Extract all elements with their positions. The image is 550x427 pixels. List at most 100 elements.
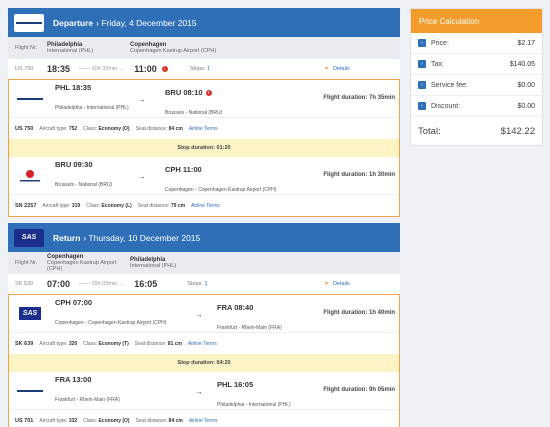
to-time: FRA 08:40	[217, 303, 254, 312]
stops-count: 1	[206, 66, 210, 72]
to-name: Copenhagen - Copenhagen Kastrup Airport …	[165, 187, 277, 193]
segment-destination: CPH 11:00 Copenhagen - Copenhagen Kastrup…	[165, 165, 276, 196]
return-date: › Thursday, 10 December 2015	[83, 232, 201, 243]
segment-row: PHL 18:35 Philadelphia - International (P…	[9, 80, 399, 117]
aircraft-type: 319	[71, 202, 81, 209]
segment-info: SK 639 Aircraft type: 320 Class: Economy…	[9, 332, 399, 354]
summary-flight: SK 639	[15, 281, 34, 287]
price-row-label: › Discount:	[418, 102, 460, 110]
seat-distance: 84 cm	[168, 417, 183, 424]
aircraft-type: 320	[68, 340, 78, 347]
airline-terms-link[interactable]: Airline Terms	[188, 341, 217, 347]
seat-distance: 81 cm	[167, 340, 183, 347]
summary-dep-time: 18:35	[47, 64, 71, 74]
segment-origin: FRA 13:00 Frankfurt - Rhein-Main (FRA)	[55, 375, 120, 406]
segment-origin: CPH 07:00 Copenhagen - Copenhagen Kastrup…	[55, 298, 166, 329]
seat-label: Seat distance:	[135, 125, 168, 132]
to-name: Philadelphia - International (PHL)	[217, 402, 291, 408]
flight-duration: Flight duration: 1h 40min	[323, 310, 395, 316]
service-fee-value: $0.00	[517, 81, 535, 89]
us-airways-logo	[14, 13, 44, 32]
arrow-right-icon: →	[138, 172, 146, 181]
itinerary: Departure › Friday, 4 December 2015 Flig…	[8, 8, 400, 427]
to-name: Frankfurt - Rhein-Main (FRA)	[217, 325, 282, 331]
warning-icon: !	[161, 66, 168, 72]
from-time: CPH 07:00	[55, 298, 93, 307]
from-airport: Copenhagen Kastrup Airport (CPH)	[47, 260, 117, 272]
total-label: Total:	[418, 125, 441, 137]
price-row: › Price: $2.17	[411, 33, 542, 54]
summary-stops: Stops: 1	[187, 281, 207, 287]
class-value: Economy (T)	[98, 340, 129, 347]
brussels-airlines-logo	[15, 169, 45, 183]
segment-destination: FRA 08:40 Frankfurt - Rhein-Main (FRA)	[217, 303, 282, 334]
segment-destination: PHL 16:05 Philadelphia - International (P…	[217, 380, 291, 411]
departure-route-header: Flight Nr. Philadelphia International (PH…	[8, 37, 400, 59]
discount-label: Discount:	[431, 102, 461, 110]
departure-date: › Friday, 4 December 2015	[96, 17, 197, 28]
segment-row: SAS CPH 07:00 Copenhagen - Copenhagen Kas…	[9, 295, 399, 332]
aircraft-label: Aircraft type:	[39, 417, 68, 424]
flight-number: SK 639	[15, 340, 34, 347]
summary-dep-time: 07:00	[47, 279, 71, 289]
from-name: Philadelphia - International (PHL)	[55, 105, 129, 111]
from-time: BRU 09:30	[55, 160, 93, 169]
chevron-right-icon[interactable]: ›	[418, 81, 426, 89]
price-title: Price Calculation	[411, 9, 542, 33]
to-time: CPH 11:00	[165, 165, 202, 174]
tax-label: Tax:	[431, 60, 444, 68]
segment-origin: BRU 09:30 Brussels - National (BRU)	[55, 160, 112, 191]
segment-row: FRA 13:00 Frankfurt - Rhein-Main (FRA) → …	[9, 372, 399, 409]
airline-terms-link[interactable]: Airline Terms	[189, 126, 218, 132]
tax-value: $140.05	[509, 60, 535, 68]
departure-details: PHL 18:35 Philadelphia - International (P…	[8, 79, 400, 217]
stops-count: 1	[204, 281, 208, 287]
price-row: › Service fee: $0.00	[411, 75, 542, 96]
departure-summary: US 750 18:35 —— 10h 35min → 11:00 ! Stop…	[8, 59, 400, 79]
arrow-right-icon: →	[195, 310, 203, 319]
sas-logo: SAS	[15, 307, 45, 320]
seat-label: Seat distance:	[134, 340, 167, 347]
us-airways-logo	[15, 96, 45, 102]
seat-distance: 84 cm	[168, 125, 183, 132]
to-airport: International (PHL)	[130, 263, 177, 269]
stops-label: Stops:	[189, 66, 206, 72]
departure-title: Departure	[53, 17, 94, 28]
total-value: $142.22	[500, 125, 535, 137]
segment-info: US 750 Aircraft type: 752 Class: Economy…	[9, 117, 399, 139]
to-airport: Copenhagen Kastrup Airport (CPH)	[130, 48, 217, 54]
to-location: Copenhagen Copenhagen Kastrup Airport (CP…	[130, 42, 216, 54]
flight-duration: Flight duration: 9h 05min	[323, 387, 395, 393]
chevron-right-icon[interactable]: ›	[418, 60, 426, 68]
flight-nr-label: Flight Nr.	[15, 45, 38, 51]
flight-number: US 750	[15, 125, 34, 132]
segment-row: BRU 09:30 Brussels - National (BRU) → CPH…	[9, 157, 399, 194]
summary-duration: —— 15h 05min →	[79, 281, 125, 287]
us-airways-logo	[15, 388, 45, 394]
from-name: Copenhagen - Copenhagen Kastrup Airport …	[55, 320, 167, 326]
price-total: Total: $142.22	[411, 117, 542, 145]
stop-duration: Stop duration: 04:20	[9, 354, 399, 372]
summary-duration: —— 10h 35min →	[79, 66, 125, 72]
airline-terms-link[interactable]: Airline Terms	[191, 203, 220, 209]
aircraft-label: Aircraft type:	[42, 202, 71, 209]
from-name: Frankfurt - Rhein-Main (FRA)	[55, 397, 120, 403]
class-label: Class:	[83, 417, 98, 424]
airline-terms-link[interactable]: Airline Terms	[189, 418, 218, 424]
price-row-label: › Price:	[418, 39, 449, 47]
return-details: SAS CPH 07:00 Copenhagen - Copenhagen Kas…	[8, 294, 400, 427]
from-time: PHL 18:35	[55, 83, 92, 92]
segment-info: US 701 Aircraft type: 332 Class: Economy…	[9, 409, 399, 427]
arrow-right-icon: →	[138, 95, 146, 104]
price-panel: Price Calculation › Price: $2.17 › Tax: $1…	[410, 8, 543, 146]
class-label: Class:	[86, 202, 101, 209]
chevron-right-icon[interactable]: ›	[418, 102, 426, 110]
to-time-text: BRU 08:10	[165, 88, 203, 97]
details-toggle[interactable]: Details	[324, 281, 350, 287]
flight-number: US 701	[15, 417, 34, 424]
from-location: Philadelphia International (PHL)	[47, 42, 130, 54]
details-toggle[interactable]: Details	[324, 66, 350, 72]
segment-origin: PHL 18:35 Philadelphia - International (P…	[55, 83, 129, 114]
chevron-right-icon[interactable]: ›	[418, 39, 426, 47]
class-label: Class:	[83, 340, 98, 347]
